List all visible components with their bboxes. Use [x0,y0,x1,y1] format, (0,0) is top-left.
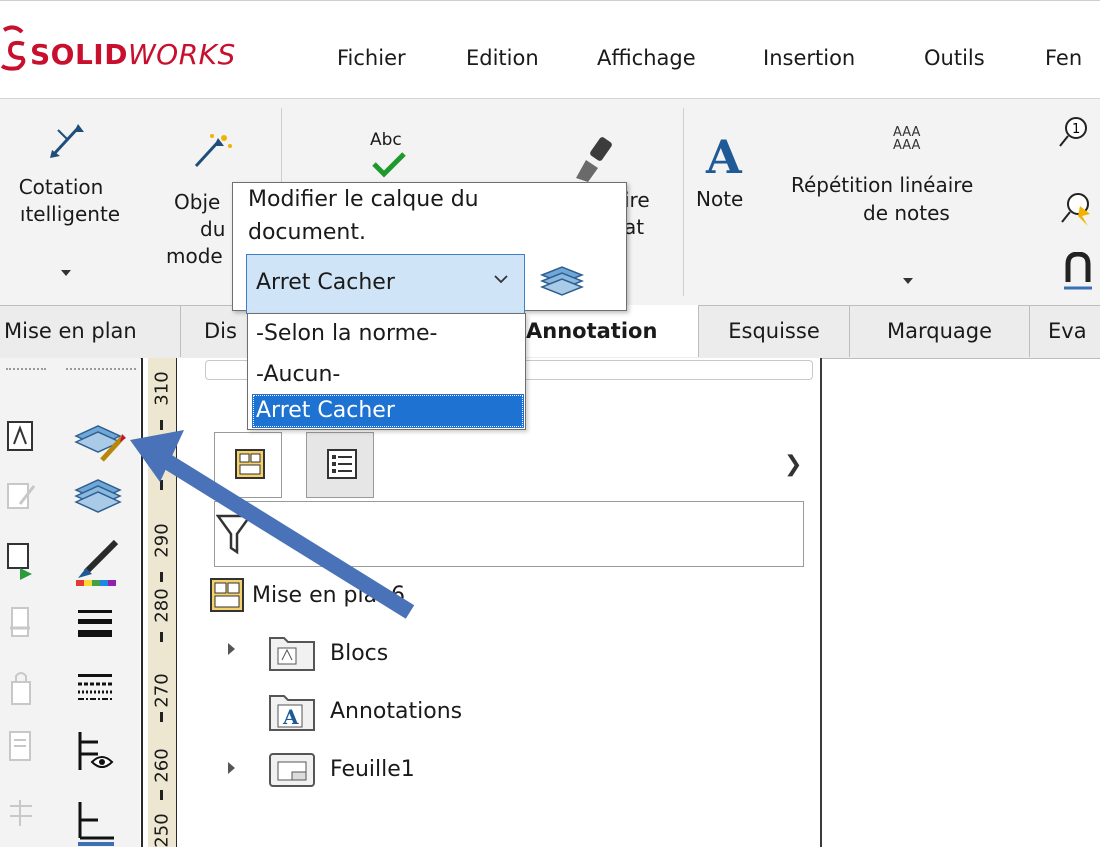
tab-marquage[interactable]: Marquage [850,305,1030,357]
popup-line-1: Modifier le calque du [248,187,479,212]
print-icon[interactable] [6,726,36,766]
dropdown-option-arret-cacher[interactable]: Arret Cacher [252,394,524,428]
layer-properties-icon[interactable] [72,416,128,464]
tab-esquisse[interactable]: Esquisse [699,305,850,357]
ruler-label: 260 [151,748,173,783]
drawing-tree-icon [235,449,265,479]
tab-mise-en-plan[interactable]: Mise en plan [0,305,181,357]
ruler-tick [160,632,163,642]
smart-dimension-label-1: Cotation [18,175,104,199]
layer-select-value: Arret Cacher [256,270,395,295]
menu-affichage[interactable]: Affichage [597,46,696,70]
note-button[interactable]: A Note [690,130,770,230]
linear-note-pattern-icon: AAA AAA [893,125,921,153]
ribbon-separator [683,108,684,296]
ruler-label: 280 [151,588,173,623]
balloon-button[interactable]: 1 [1058,116,1090,148]
insert-block-icon[interactable] [6,540,36,580]
drawing-icon [210,578,244,612]
note-label: Note [696,187,744,211]
dropdown-option-selon-la-norme[interactable]: -Selon la norme- [252,317,524,351]
folder-blocks-icon [269,637,315,671]
ruler-tick [160,790,163,800]
explode-icon[interactable] [6,796,36,836]
property-manager-icon [327,449,357,479]
menu-edition[interactable]: Edition [466,46,539,70]
ruler-label: 270 [151,673,173,708]
chevron-down-icon[interactable] [903,278,913,284]
format-painter-label-2: at [624,215,645,239]
smart-dimension-label-2: ıtelligente [19,202,121,226]
block-icon[interactable] [6,418,36,454]
svg-text:1: 1 [1072,122,1080,137]
tab-property-manager[interactable] [306,432,374,498]
magnet-icon [1064,251,1092,290]
menu-fenetre[interactable]: Fen [1045,46,1082,70]
menu-insertion[interactable]: Insertion [763,46,855,70]
add-icon[interactable] [6,604,36,644]
hide-show-edges-icon[interactable] [74,726,118,774]
ruler-label: 250 [151,813,173,848]
tree-root-label[interactable]: Mise en plan6 [252,583,405,608]
filter-box[interactable] [214,501,804,567]
tree-item-feuille1[interactable]: Feuille1 [330,757,415,782]
layer-manager-icon[interactable] [540,263,584,299]
chevron-down-icon[interactable] [494,272,508,286]
smart-dimension-button[interactable]: Cotation ıtelligente [0,112,140,302]
popup-description: Modifier le calque du document. [248,183,479,249]
model-items-label-2: du [200,217,226,241]
toolbar-grip[interactable] [66,368,136,372]
ds-logo-icon [0,25,26,71]
tree-item-annotations[interactable]: Annotations [330,699,462,724]
layer-icon[interactable] [72,476,124,516]
magnetic-line-button[interactable] [1062,251,1094,292]
expand-arrow-icon[interactable] [228,643,235,655]
checkmark-icon [372,152,406,178]
folder-annotations-icon: A [269,695,315,731]
spell-checker-button[interactable]: Abc [362,126,412,186]
menu-outils[interactable]: Outils [924,46,985,70]
format-painter-icon [576,137,612,182]
lock-icon[interactable] [6,668,36,708]
line-color-icon[interactable] [72,536,124,588]
balloon-icon: 1 [1059,117,1087,147]
linear-note-pattern-label-1: Répétition linéaire [791,173,974,197]
filter-icon [216,514,252,555]
ruler-label: 310 [151,371,173,406]
dropdown-option-aucun[interactable]: -Aucun- [252,358,524,392]
model-items-icon [194,134,232,168]
format-painter-label-1: ire [624,188,650,212]
linear-note-pattern-button[interactable]: AAA AAA Répétition linéaire de notes [783,120,1043,295]
tab-annotation[interactable]: Annotation [524,305,699,357]
line-thickness-icon[interactable] [74,604,118,648]
chevron-down-icon[interactable] [61,270,71,276]
smart-dimension-icon [50,124,84,158]
auto-balloon-icon [1061,193,1090,226]
edge-display-icon[interactable] [74,798,118,847]
tab-evaluer[interactable]: Eva [1030,305,1100,357]
model-items-label-1: Obje [174,190,221,214]
tab-feature-manager[interactable] [214,432,282,498]
ruler-label: 290 [151,523,173,558]
chevron-right-icon[interactable]: ❯ [784,452,802,477]
menu-fichier[interactable]: Fichier [337,46,406,70]
expand-arrow-icon[interactable] [228,762,235,774]
solidworks-logo: SOLIDWORKS [30,38,236,71]
toolbar-grip[interactable] [6,368,46,372]
auto-balloon-button[interactable] [1060,192,1094,226]
note-icon: A [706,130,742,184]
tree-item-blocs[interactable]: Blocs [330,641,388,666]
model-items-label-3: mode [166,244,223,268]
ruler-tick [160,480,163,490]
ruler-tick [160,572,163,582]
line-style-icon[interactable] [74,666,118,710]
sheet-icon [269,753,315,787]
popup-line-2: document. [248,220,366,245]
edit-block-icon[interactable] [6,478,36,514]
spell-checker-icon: Abc [370,130,402,150]
linear-note-pattern-label-2: de notes [863,201,950,225]
ruler-tick [160,712,163,722]
svg-text:A: A [282,705,299,729]
ruler-tick [160,420,163,430]
